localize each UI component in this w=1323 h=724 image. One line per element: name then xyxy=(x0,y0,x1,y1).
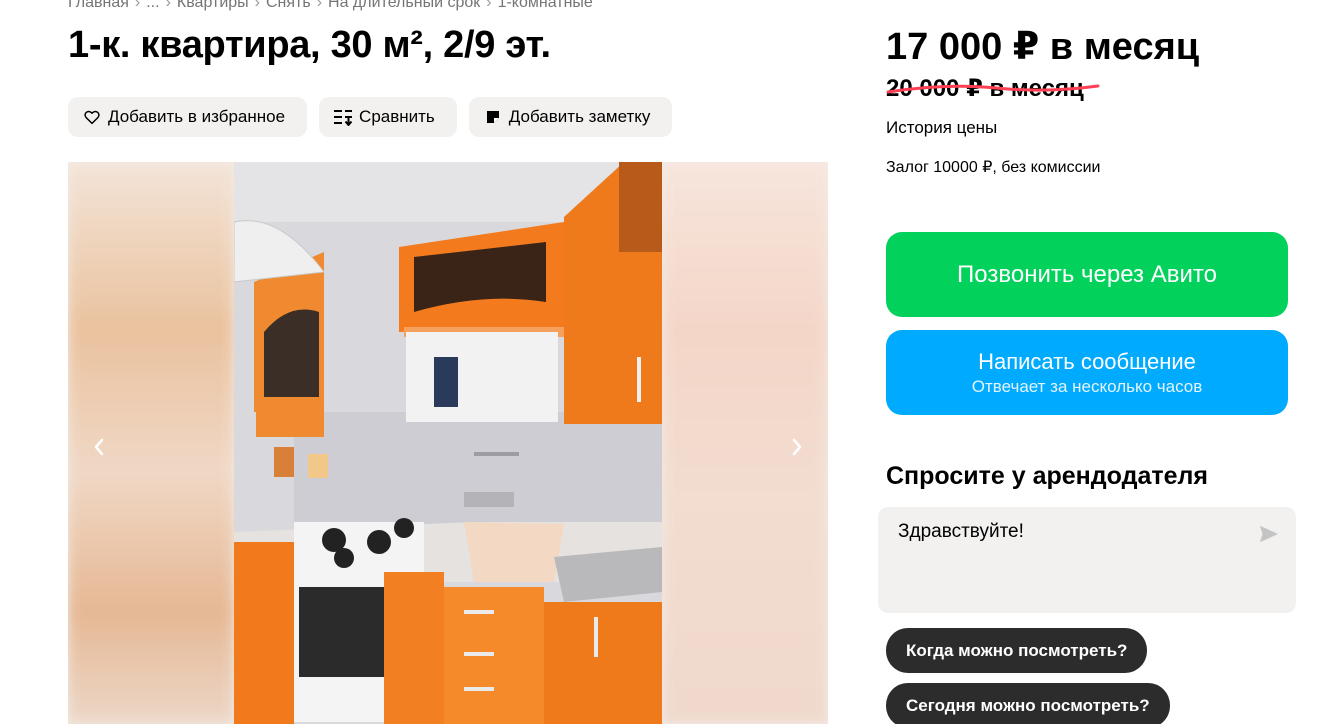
add-note-label: Добавить заметку xyxy=(508,107,651,126)
add-to-favorites-label: Добавить в избранное xyxy=(108,107,286,126)
gallery-prev-button[interactable] xyxy=(84,432,114,462)
message-response-time: Отвечает за несколько часов xyxy=(971,376,1203,396)
ask-input-text: Здравствуйте! xyxy=(898,521,1024,542)
breadcrumb: Главная ›... › Квартиры › Снять › На длительный… xyxy=(68,0,593,12)
breadcrumb-one-room[interactable]: 1-комнатные xyxy=(498,0,593,11)
price: 17 000 ₽ в месяц xyxy=(886,26,1200,68)
breadcrumb-rent[interactable]: Снять xyxy=(266,0,311,11)
deposit-info: Залог 10000 ₽, без комиссии xyxy=(886,159,1101,176)
compare-icon xyxy=(333,107,353,127)
quick-question-when[interactable]: Когда можно посмотреть? xyxy=(886,628,1148,673)
call-via-avito-button[interactable]: Позвонить через Авито xyxy=(886,232,1288,317)
breadcrumb-separator: › xyxy=(316,0,323,11)
breadcrumb-separator: › xyxy=(165,0,171,11)
chevron-left-icon xyxy=(94,438,104,456)
kitchen-photo[interactable] xyxy=(234,162,662,724)
listing-title: 1-к. квартира, 30 м², 2/9 эт. xyxy=(68,24,551,66)
add-to-favorites-button[interactable]: Добавить в избранное xyxy=(68,97,308,137)
ask-landlord-heading: Спросите у арендодателя xyxy=(886,462,1208,490)
write-message-button[interactable]: Написать сообщение Отвечает за несколько… xyxy=(886,330,1288,415)
breadcrumb-long-term[interactable]: На длительный срок xyxy=(328,0,480,11)
breadcrumb-separator: › xyxy=(254,0,260,11)
breadcrumb-separator: › xyxy=(486,0,492,11)
compare-label: Сравнить xyxy=(359,107,435,126)
add-note-button[interactable]: Добавить заметку xyxy=(468,97,673,137)
call-button-label: Позвонить через Авито xyxy=(957,260,1217,288)
price-history-link[interactable]: История цены xyxy=(886,118,997,138)
breadcrumb-apartments[interactable]: Квартиры xyxy=(177,0,249,11)
message-button-label: Написать сообщение xyxy=(978,348,1196,374)
gallery-next-button[interactable] xyxy=(782,432,812,462)
price-strike-line xyxy=(886,84,1100,94)
breadcrumb-separator: › xyxy=(134,0,141,11)
chevron-right-icon xyxy=(792,438,802,456)
breadcrumb-home[interactable]: Главная xyxy=(68,0,129,11)
compare-button[interactable]: Сравнить xyxy=(319,97,457,137)
listing-actions: Добавить в избранное Сравнить Добавить з… xyxy=(68,97,673,137)
ask-landlord-textarea[interactable]: Здравствуйте! xyxy=(878,507,1296,613)
quick-question-today[interactable]: Сегодня можно посмотреть? xyxy=(886,683,1170,724)
breadcrumb-ellipsis[interactable]: ... xyxy=(146,0,159,11)
note-icon xyxy=(483,107,503,127)
photo-gallery[interactable] xyxy=(68,162,828,724)
heart-icon xyxy=(82,107,102,127)
send-icon[interactable] xyxy=(1258,523,1280,545)
